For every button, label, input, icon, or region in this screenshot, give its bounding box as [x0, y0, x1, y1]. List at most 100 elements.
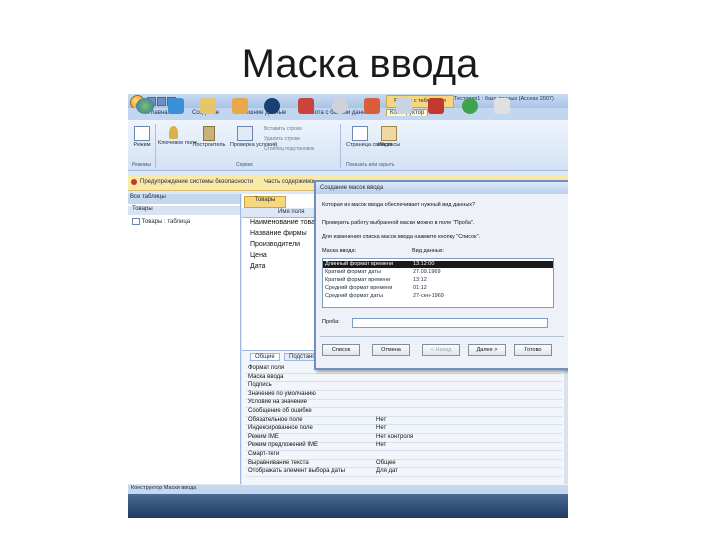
access-icon[interactable] [428, 98, 444, 114]
recycle-icon[interactable] [462, 98, 478, 114]
ie-icon[interactable] [168, 98, 184, 114]
finish-button[interactable]: Готово [514, 344, 552, 356]
mask-sample: 27.09.1969 [413, 269, 441, 275]
field-row[interactable]: Дата [250, 263, 266, 270]
taskbar [128, 494, 568, 518]
property-value[interactable]: Общее [376, 460, 396, 466]
column-view-label: Вид данных: [412, 248, 445, 254]
powerpoint-icon[interactable] [364, 98, 380, 114]
column-mask-label: Маска ввода: [322, 248, 357, 254]
property-name: Значение по умолчанию [248, 390, 316, 397]
property-value[interactable]: Нет [376, 417, 386, 423]
pin-icon[interactable] [298, 98, 314, 114]
property-row-divider [246, 372, 562, 374]
view-button[interactable]: Режим [132, 126, 152, 148]
insert-rows-button[interactable]: Вставить строки [264, 126, 302, 132]
mask-sample: 01:12 [413, 285, 427, 291]
field-properties-pane: Общие Подстановка Формат поля Маска ввода… [242, 350, 568, 485]
lookup-column-button[interactable]: Столбец подстановок [264, 146, 314, 152]
delete-rows-button[interactable]: Удалить строки [264, 136, 300, 142]
property-name: Режим IME [248, 433, 279, 440]
back-button[interactable]: < Назад [422, 344, 460, 356]
mask-list-item[interactable]: Средний формат даты 27-сен-1969 [323, 293, 553, 300]
field-row[interactable]: Цена [250, 252, 267, 259]
mask-name: Средний формат времени [325, 285, 393, 291]
group-label-views: Режимы [132, 162, 152, 168]
property-name: Режим предложений IME [248, 442, 318, 449]
navigation-pane: Все таблицы Товары Товары : таблица [128, 194, 241, 484]
slide-title: Маска ввода [241, 42, 479, 86]
property-value[interactable]: Нет контроля [376, 434, 413, 440]
warning-icon [131, 179, 137, 185]
lightning-icon [381, 126, 397, 141]
trial-label: Проба: [322, 319, 340, 325]
ribbon-separator [155, 124, 156, 168]
group-label-tools: Сервис [236, 162, 254, 168]
mask-sample: 13:12:00 [413, 261, 435, 267]
field-row[interactable]: Производители [250, 241, 300, 248]
mask-name: Краткий формат времени [325, 277, 391, 283]
grid-icon [134, 126, 150, 141]
dialog-question: Которая из масок ввода обеспечивает нужн… [322, 202, 476, 208]
property-name: Маска ввода [248, 373, 284, 380]
mask-name: Длинный формат времени [325, 261, 394, 267]
property-sheet-button[interactable]: Страница свойств [346, 126, 392, 148]
document-tab-products[interactable]: Товары [244, 196, 286, 208]
reader-icon[interactable] [494, 98, 510, 114]
builder-button[interactable]: Построитель [192, 126, 226, 148]
wand-icon [203, 126, 215, 141]
property-value[interactable]: Нет [376, 425, 386, 431]
trial-input[interactable] [352, 318, 548, 328]
check-icon [237, 126, 253, 141]
key-field-button[interactable]: Ключевое поле [158, 126, 197, 146]
property-name: Обязательное поле [248, 416, 303, 423]
media-player-icon[interactable] [232, 98, 248, 114]
table-icon [132, 218, 140, 225]
group-label-show-hide: Показать или скрыть [346, 162, 395, 168]
cancel-button[interactable]: Отмена [372, 344, 410, 356]
dialog-separator [320, 336, 564, 337]
mask-sample: 13:12 [413, 277, 427, 283]
property-name: Отображать элемент выбора даты [248, 468, 345, 475]
mask-list-item[interactable]: Средний формат времени 01:12 [323, 285, 553, 292]
property-name: Индексированное поле [248, 425, 313, 432]
property-sheet-icon [352, 126, 368, 141]
folder-icon[interactable] [200, 98, 216, 114]
mask-name: Краткий формат даты [325, 269, 381, 275]
indexes-button[interactable]: Индексы [376, 126, 402, 148]
tab-general[interactable]: Общие [250, 353, 280, 361]
field-row[interactable]: Наименование товара [250, 219, 323, 226]
property-name: Подпись [248, 382, 272, 389]
test-rules-button[interactable]: Проверка условий [230, 126, 277, 148]
start-button[interactable] [136, 98, 154, 114]
dialog-title: Создание масок ввода [316, 182, 568, 194]
mask-list-item[interactable]: Длинный формат времени 13:12:00 [323, 261, 553, 268]
key-icon [168, 126, 178, 139]
nav-group-products[interactable]: Товары [128, 206, 240, 215]
mask-list-item[interactable]: Краткий формат времени 13:12 [323, 277, 553, 284]
ribbon-separator [340, 124, 341, 168]
clock-icon[interactable] [332, 98, 348, 114]
property-value[interactable]: Для дат [376, 468, 398, 474]
field-row[interactable]: Название фирмы [250, 230, 307, 237]
property-name: Сообщение об ошибке [248, 408, 312, 414]
property-name: Формат поля [248, 365, 285, 371]
property-name: Смарт-теги [248, 451, 280, 457]
property-row-divider [246, 381, 562, 383]
nav-pane-header[interactable]: Все таблицы [128, 194, 240, 204]
property-value[interactable]: Нет [376, 442, 386, 448]
dialog-hint-list: Для изменения списка масок ввода нажмите… [322, 234, 481, 240]
property-name: Выравнивание текста [248, 459, 309, 466]
undo-icon[interactable] [157, 97, 166, 106]
property-name: Условие на значение [248, 399, 307, 406]
nav-item-products-table[interactable]: Товары : таблица [132, 218, 190, 225]
mask-list-item[interactable]: Краткий формат даты 27.09.1969 [323, 269, 553, 276]
next-button[interactable]: Далее > [468, 344, 506, 356]
status-bar: Конструктор Маски ввода [128, 485, 568, 494]
mask-list[interactable]: Длинный формат времени 13:12:00 Краткий фо… [322, 258, 554, 308]
app-icon[interactable] [264, 98, 280, 114]
list-button[interactable]: Список [322, 344, 360, 356]
mask-name: Средний формат даты [325, 293, 383, 299]
document-icon[interactable] [396, 98, 412, 114]
mask-sample: 27-сен-1969 [413, 293, 444, 299]
